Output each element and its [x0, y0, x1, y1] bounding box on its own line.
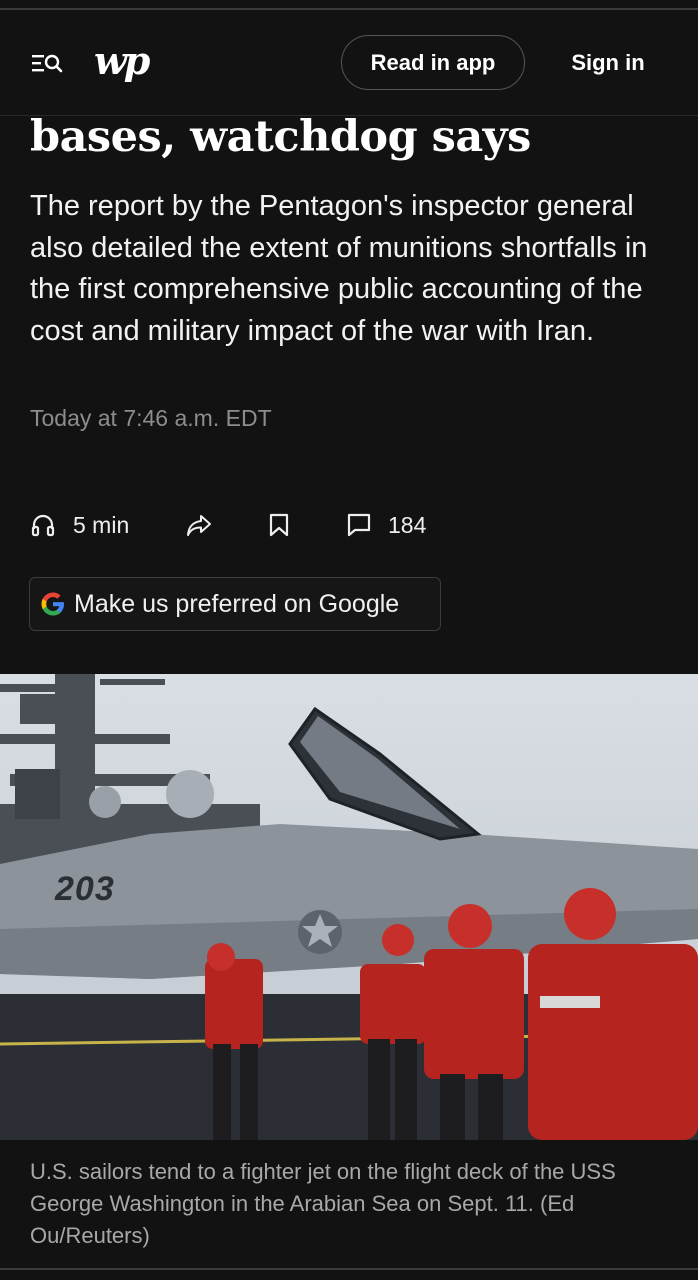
google-preferred-label: Make us preferred on Google	[74, 589, 400, 618]
save-button[interactable]	[268, 505, 290, 545]
washington-post-logo[interactable]: wp	[94, 38, 150, 83]
bookmark-icon	[269, 513, 289, 537]
listen-button[interactable]: 5 min	[30, 505, 129, 545]
article-photo[interactable]: 203	[0, 674, 698, 1140]
listen-duration: 5 min	[73, 511, 130, 538]
share-button[interactable]	[185, 505, 213, 545]
headphones-icon	[31, 514, 55, 537]
publish-timestamp: Today at 7:46 a.m. EDT	[30, 405, 272, 431]
site-header: wp Read in app Sign in	[0, 10, 698, 116]
menu-search-icon	[32, 54, 63, 73]
share-icon	[187, 515, 211, 536]
google-preferred-button[interactable]: Make us preferred on Google	[29, 577, 441, 631]
top-divider	[0, 0, 698, 10]
bottom-divider	[0, 1268, 698, 1280]
article-subheadline: The report by the Pentagon's inspector g…	[30, 190, 648, 347]
jet-number: 203	[55, 870, 115, 908]
article-headline: bases, watchdog says	[30, 112, 531, 162]
menu-search-button[interactable]	[30, 50, 64, 78]
read-in-app-button[interactable]: Read in app	[341, 35, 525, 90]
comments-count: 184	[388, 511, 427, 538]
sign-in-button[interactable]: Sign in	[548, 35, 668, 90]
comment-icon	[347, 513, 371, 537]
article-actions: 5 min 184	[30, 505, 670, 545]
google-g-icon	[41, 592, 64, 616]
photo-caption: U.S. sailors tend to a fighter jet on th…	[30, 1159, 616, 1248]
comments-button[interactable]: 184	[346, 505, 426, 545]
